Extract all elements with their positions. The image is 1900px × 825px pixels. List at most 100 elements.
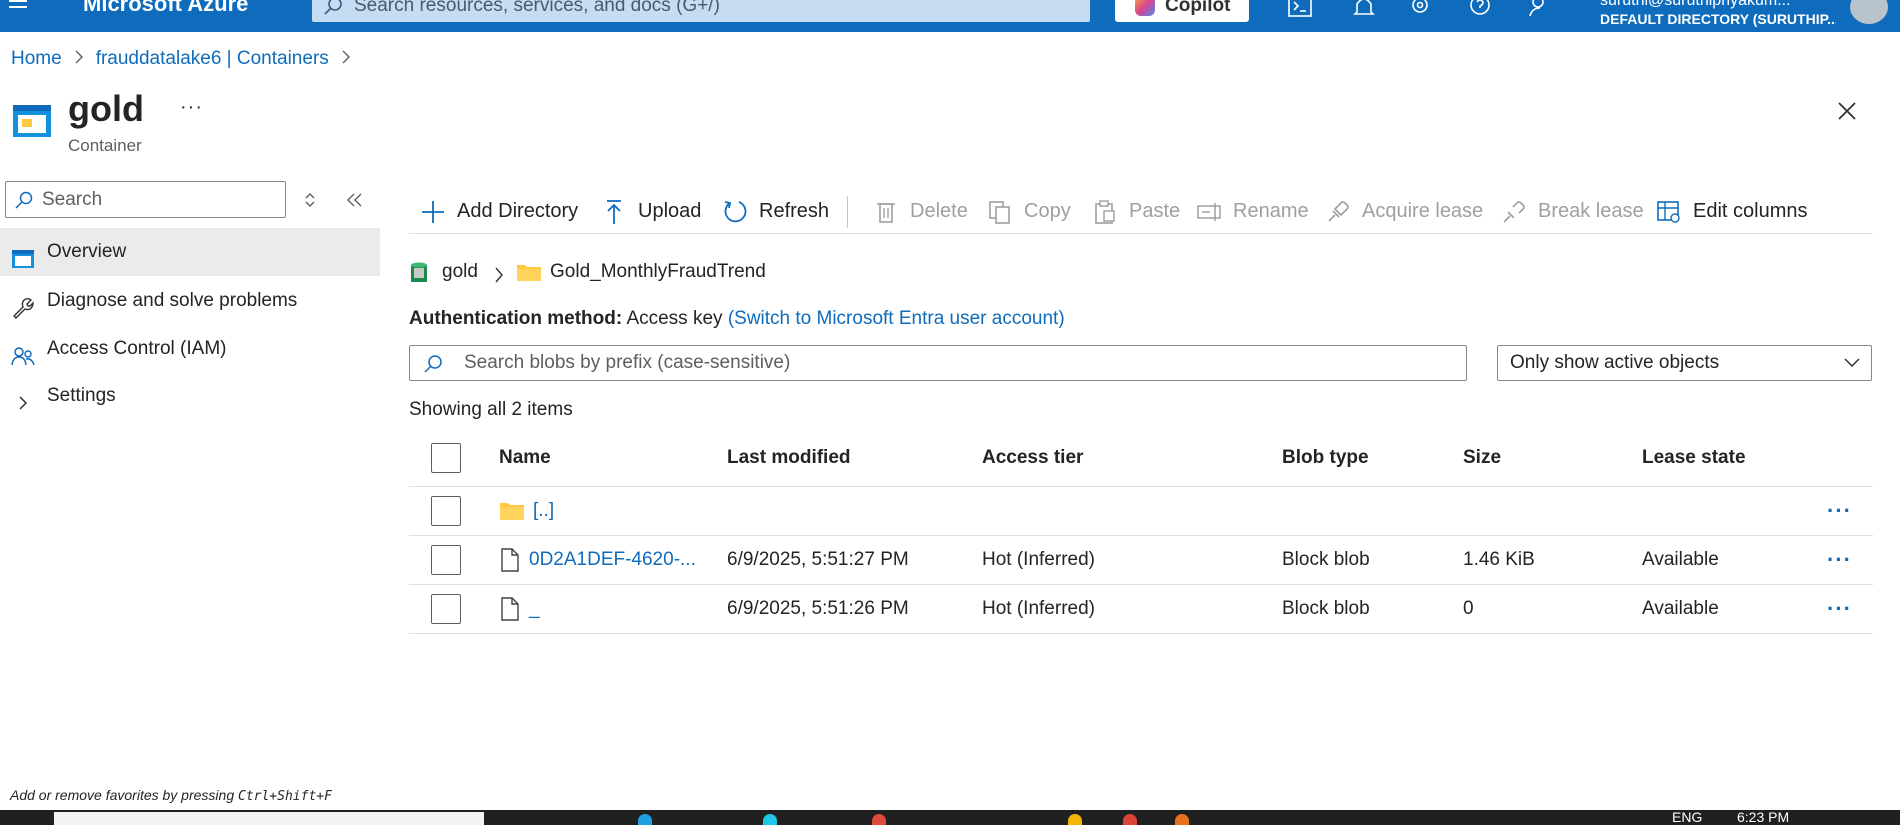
path-container[interactable]: gold (442, 258, 478, 286)
breadcrumb-home[interactable]: Home (11, 48, 62, 70)
break-lease-button[interactable]: Break lease (1501, 196, 1644, 226)
sidebar-item-access-control[interactable]: Access Control (IAM) (0, 325, 380, 373)
container-icon (12, 104, 52, 138)
breadcrumb-containers[interactable]: frauddatalake6 | Containers (96, 48, 329, 70)
cloud-shell-icon[interactable] (1286, 0, 1314, 20)
row-name-link[interactable]: _ (529, 598, 540, 620)
name-cell: _ (499, 585, 540, 633)
help-icon[interactable] (1466, 0, 1494, 20)
table-row[interactable]: _ 6/9/2025, 5:51:26 PM Hot (Inferred) Bl… (409, 585, 1873, 634)
feedback-icon[interactable] (1526, 0, 1554, 20)
table-row[interactable]: [..] ··· (409, 487, 1873, 536)
sort-updown-icon[interactable] (300, 190, 320, 210)
auth-method: Authentication method: Access key (Switc… (409, 308, 1065, 330)
column-header-blob-type[interactable]: Blob type (1282, 430, 1369, 486)
chevron-right-icon (341, 49, 351, 69)
notifications-icon[interactable] (1350, 0, 1378, 20)
column-header-tier[interactable]: Access tier (982, 430, 1083, 486)
people-icon (11, 338, 35, 366)
column-header-lease[interactable]: Lease state (1642, 430, 1746, 486)
taskbar-language[interactable]: ENG (1672, 810, 1702, 824)
row-checkbox[interactable] (431, 545, 461, 575)
column-header-name[interactable]: Name (499, 430, 551, 486)
row-name-link[interactable]: [..] (533, 500, 554, 522)
wrench-icon (11, 290, 35, 319)
row-tier: Hot (Inferred) (982, 598, 1095, 619)
items-count: Showing all 2 items (409, 399, 573, 420)
taskbar-app-icon[interactable] (1123, 814, 1137, 825)
copy-button[interactable]: Copy (987, 196, 1071, 226)
auth-value: Access key (626, 308, 723, 329)
collapse-sidebar-icon[interactable] (344, 190, 366, 210)
sidebar-item-label: Access Control (IAM) (47, 338, 227, 359)
taskbar-search[interactable] (54, 812, 484, 825)
sidebar-item-label: Overview (47, 241, 127, 262)
taskbar-app-icon[interactable] (872, 814, 886, 825)
column-header-modified[interactable]: Last modified (727, 430, 851, 486)
brand-title[interactable]: Microsoft Azure (83, 0, 248, 16)
path-folder[interactable]: Gold_MonthlyFraudTrend (550, 258, 766, 286)
chevron-right-icon (11, 385, 35, 410)
row-size: 0 (1463, 598, 1474, 619)
close-icon[interactable] (1834, 98, 1860, 124)
row-more-button[interactable]: ··· (1827, 487, 1852, 535)
sidebar-search-input[interactable]: Search (5, 181, 286, 218)
upload-icon (607, 200, 621, 224)
delete-button[interactable]: Delete (873, 196, 968, 226)
account-menu[interactable]: suruthi@suruthipriyakum... DEFAULT DIREC… (1600, 0, 1836, 28)
row-name-link[interactable]: 0D2A1DEF-4620-... (529, 549, 696, 571)
copilot-button[interactable]: Copilot (1115, 0, 1249, 22)
active-objects-value: Only show active objects (1510, 352, 1720, 373)
copilot-icon (1135, 0, 1155, 16)
refresh-button[interactable]: Refresh (722, 196, 829, 226)
blob-search-input[interactable]: Search blobs by prefix (case-sensitive) (409, 345, 1467, 381)
edit-columns-button[interactable]: Edit columns (1656, 196, 1808, 226)
file-icon (501, 548, 519, 572)
acquire-lease-button[interactable]: Acquire lease (1325, 196, 1483, 226)
rename-button[interactable]: Rename (1196, 196, 1309, 226)
paste-button[interactable]: Paste (1092, 196, 1180, 226)
taskbar: ENG 6:23 PM (0, 810, 1900, 825)
row-checkbox[interactable] (431, 594, 461, 624)
select-all-checkbox[interactable] (431, 443, 461, 473)
trash-icon (877, 203, 895, 223)
avatar[interactable] (1850, 0, 1888, 24)
row-lease: Available (1642, 598, 1719, 619)
blob-search-placeholder: Search blobs by prefix (case-sensitive) (464, 352, 791, 373)
blob-table: Name Last modified Access tier Blob type… (409, 430, 1873, 634)
more-options-button[interactable]: ··· (180, 96, 203, 119)
row-checkbox[interactable] (431, 496, 461, 526)
taskbar-clock[interactable]: 6:23 PM (1737, 810, 1789, 824)
global-search-placeholder: Search resources, services, and docs (G+… (354, 0, 720, 16)
row-blob-type: Block blob (1282, 598, 1370, 619)
table-row[interactable]: 0D2A1DEF-4620-... 6/9/2025, 5:51:27 PM H… (409, 536, 1873, 585)
sidebar-item-overview[interactable]: Overview (0, 228, 380, 276)
taskbar-app-icon[interactable] (1175, 814, 1189, 825)
row-blob-type: Block blob (1282, 549, 1370, 570)
upload-button[interactable]: Upload (601, 196, 701, 226)
sidebar-item-label: Settings (47, 385, 116, 406)
hamburger-icon[interactable] (8, 0, 28, 18)
row-lease: Available (1642, 549, 1719, 570)
switch-auth-link[interactable]: (Switch to Microsoft Entra user account) (728, 308, 1065, 329)
toolbar-divider-line (409, 233, 1873, 234)
add-directory-button[interactable]: Add Directory (420, 196, 578, 226)
taskbar-app-icon[interactable] (1068, 814, 1082, 825)
active-objects-dropdown[interactable]: Only show active objects (1497, 345, 1872, 381)
settings-icon[interactable] (1406, 0, 1434, 20)
taskbar-app-icon[interactable] (763, 814, 777, 825)
sidebar-item-label: Diagnose and solve problems (47, 290, 298, 311)
column-header-size[interactable]: Size (1463, 430, 1501, 486)
sidebar-item-diagnose[interactable]: Diagnose and solve problems (0, 277, 380, 325)
row-more-button[interactable]: ··· (1827, 585, 1852, 633)
table-header: Name Last modified Access tier Blob type… (409, 430, 1873, 487)
top-bar: Microsoft Azure Search resources, servic… (0, 0, 1900, 32)
folder-icon (500, 503, 524, 520)
global-search-input[interactable]: Search resources, services, and docs (G+… (312, 0, 1090, 22)
folder-icon (516, 262, 542, 291)
taskbar-app-icon[interactable] (638, 814, 652, 825)
sidebar-search-placeholder: Search (42, 189, 103, 210)
row-modified: 6/9/2025, 5:51:27 PM (727, 549, 909, 570)
row-more-button[interactable]: ··· (1827, 536, 1852, 584)
sidebar-item-settings[interactable]: Settings (0, 372, 380, 420)
